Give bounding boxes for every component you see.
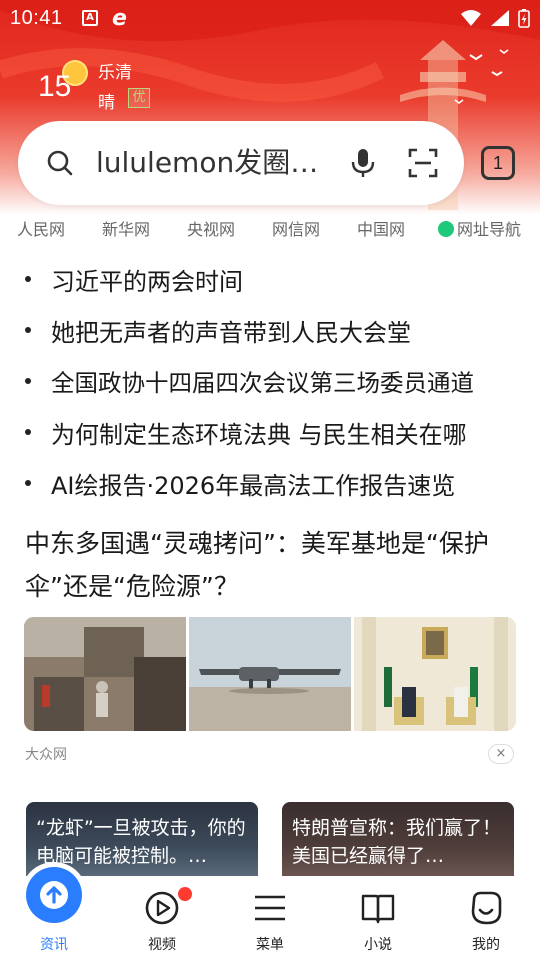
nav-tab-video[interactable]: 视频 (112, 876, 212, 960)
article-image-strip[interactable] (24, 617, 516, 731)
status-time: 10:41 (10, 7, 63, 29)
compass-icon (438, 221, 454, 237)
bullet-icon (25, 378, 31, 384)
nav-label-menu: 菜单 (256, 937, 284, 953)
quick-links-bar: 人民网 新华网 央视网 网信网 中国网 网址导航 (0, 216, 540, 242)
notification-dot (178, 887, 192, 901)
quick-link-cctv[interactable]: 央视网 (187, 216, 235, 240)
article-image-bomber (189, 617, 351, 731)
menu-icon (255, 895, 285, 921)
news-card[interactable]: 特朗普宣称：我们赢了！美国已经赢得了… (282, 802, 514, 876)
hot-topic-item[interactable]: 她把无声者的声音带到人民大会堂 (0, 307, 540, 357)
battery-charging-icon (518, 9, 530, 28)
nav-tab-menu[interactable]: 菜单 (220, 876, 320, 960)
weather-location: 乐清 (98, 63, 132, 83)
smiley-face-icon (471, 891, 502, 925)
quick-link-nav[interactable]: 网址导航 (438, 216, 521, 240)
article-title[interactable]: 中东多国遇“灵魂拷问”：美军基地是“保护伞”还是“危险源”？ (25, 522, 525, 608)
dismiss-button[interactable]: × (488, 744, 514, 764)
search-icon (47, 150, 73, 176)
hot-topic-item[interactable]: 为何制定生态环境法典 与民生相关在哪 (0, 409, 540, 459)
quick-link-wangxin[interactable]: 网信网 (272, 216, 320, 240)
play-circle-icon (145, 891, 179, 925)
hot-topic-text: 为何制定生态环境法典 与民生相关在哪 (51, 421, 467, 449)
browser-notification-icon: e (112, 6, 127, 31)
article-image-meeting (354, 617, 516, 731)
article-image-rubble (24, 617, 186, 731)
scan-icon[interactable] (408, 148, 438, 178)
search-input[interactable]: lululemon发圈… (96, 143, 336, 183)
tabs-count-button[interactable]: 1 (481, 146, 515, 180)
hot-topic-item[interactable]: AI绘报告·2026年最高法工作报告速览 (0, 460, 540, 510)
search-bar[interactable]: lululemon发圈… (18, 121, 464, 205)
quick-link-xinhua[interactable]: 新华网 (102, 216, 150, 240)
news-card-text: 特朗普宣称：我们赢了！美国已经赢得了… (292, 817, 502, 867)
upload-arrow-icon (40, 881, 68, 909)
hot-topic-item[interactable]: 全国政协十四届四次会议第三场委员通道 (0, 358, 540, 408)
nav-label-news: 资讯 (40, 937, 68, 953)
weather-condition: 晴 (98, 93, 115, 113)
nav-tab-novel[interactable]: 小说 (328, 876, 428, 960)
bullet-icon (25, 429, 31, 435)
app-notification-icon: A (82, 10, 98, 26)
nav-label-novel: 小说 (364, 937, 392, 953)
book-icon (361, 894, 395, 924)
cell-signal-icon (491, 10, 509, 26)
quick-link-china[interactable]: 中国网 (357, 216, 405, 240)
status-indicators (460, 8, 530, 28)
quick-link-nav-label: 网址导航 (457, 220, 522, 239)
hot-topic-text: 全国政协十四届四次会议第三场委员通道 (51, 369, 474, 397)
news-card-text: “龙虾”一旦被攻击，你的电脑可能被控制。… (36, 817, 246, 867)
wifi-icon (461, 10, 481, 26)
hot-topic-text: 她把无声者的声音带到人民大会堂 (51, 319, 411, 347)
bullet-icon (25, 327, 31, 333)
news-home-button[interactable] (26, 867, 82, 923)
microphone-icon[interactable] (348, 147, 378, 179)
nav-label-video: 视频 (148, 937, 176, 953)
hot-topic-item[interactable]: 习近平的两会时间 (0, 256, 540, 306)
bullet-icon (25, 480, 31, 486)
air-quality-badge: 优 (128, 88, 150, 108)
weather-temperature: 15 (38, 70, 72, 103)
status-bar: 10:41 A e (0, 0, 540, 36)
article-source: 大众网 (25, 747, 67, 763)
bullet-icon (25, 276, 31, 282)
news-card[interactable]: “龙虾”一旦被攻击，你的电脑可能被控制。… (26, 802, 258, 876)
quick-link-renmin[interactable]: 人民网 (17, 216, 65, 240)
nav-label-me: 我的 (472, 937, 500, 953)
hot-topic-text: 习近平的两会时间 (51, 268, 243, 296)
nav-tab-me[interactable]: 我的 (436, 876, 536, 960)
hot-topic-text: AI绘报告·2026年最高法工作报告速览 (51, 472, 456, 500)
